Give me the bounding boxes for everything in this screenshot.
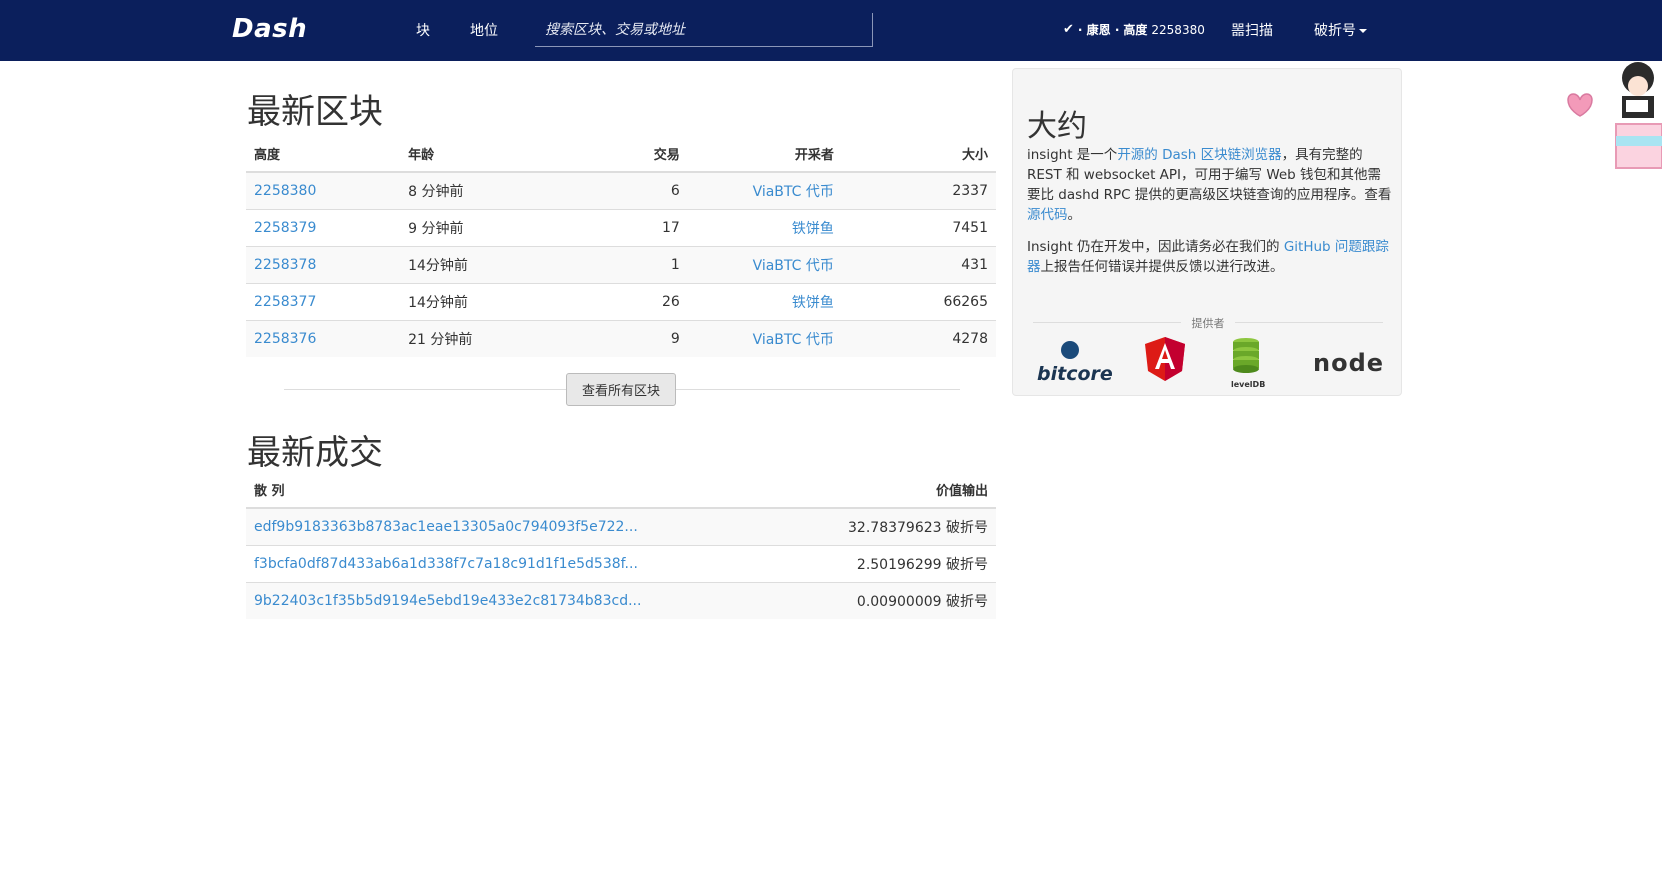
heart-icon [1567,93,1593,117]
block-size: 431 [841,245,996,283]
block-miner-link[interactable]: ViaBTC 代币 [753,258,834,274]
height-label: 高度 [1123,23,1148,37]
col-txs: 交易 [574,136,688,173]
block-height-link[interactable]: 2258376 [254,331,316,347]
block-age: 9 分钟前 [400,208,575,246]
col-height: 高度 [246,136,401,173]
nav-address-link[interactable]: 地位 [470,20,498,40]
leveldb-wordmark: levelDB [1231,380,1266,389]
transaction-hash-link[interactable]: edf9b9183363b8783ac1eae13305a0c794093f5e… [254,519,638,535]
currency-dropdown[interactable]: 破折号 [1314,20,1367,40]
search-input[interactable] [535,13,873,47]
check-icon: ✔ [1063,22,1074,37]
block-size: 4278 [841,319,996,357]
powered-by-logos: bitcore levelDB node [1027,337,1393,393]
navbar: Dash 块 地位 ✔ · 康恩 · 高度 2258380 噐扫描 破折号 [0,0,1662,61]
block-row: 2258380 8 分钟前 6 ViaBTC 代币 2337 [246,171,996,209]
bitcore-wordmark: bitcore [1037,363,1113,385]
about-description: insight 是一个开源的 Dash 区块链浏览器，具有完整的 REST 和 … [1027,145,1393,225]
open-source-link[interactable]: 开源的 Dash 区块链浏览器 [1117,147,1281,163]
block-miner-link[interactable]: ViaBTC 代币 [753,332,834,348]
about-panel: 大约 insight 是一个开源的 Dash 区块链浏览器，具有完整的 REST… [1012,68,1402,396]
connection-label: · 康恩 · [1077,23,1120,37]
transaction-hash-link[interactable]: 9b22403c1f35b5d9194e5ebd19e433e2c81734b8… [254,593,641,609]
nodejs-logo[interactable]: node [1313,349,1393,405]
block-height-link[interactable]: 2258377 [254,294,316,310]
mascot-decoration [1560,52,1662,172]
transaction-value: 32.78379623 破折号 [786,507,996,545]
about-text: Insight 仍在开发中，因此请务必在我们的 [1027,239,1284,255]
currency-label: 破折号 [1314,23,1356,39]
transaction-row: 9b22403c1f35b5d9194e5ebd19e433e2c81734b8… [246,581,996,619]
height-value: 2258380 [1151,22,1205,37]
col-size: 大小 [841,136,996,173]
transaction-row: f3bcfa0df87d433ab6a1d338f7c7a18c91d1f1e5… [246,544,996,582]
col-hash: 散 列 [246,472,787,509]
about-text: 上报告任何错误并提供反馈以进行改进。 [1040,259,1284,275]
block-row: 2258378 14分钟前 1 ViaBTC 代币 431 [246,245,996,283]
block-miner-link[interactable]: ViaBTC 代币 [753,184,834,200]
angular-logo[interactable] [1145,337,1185,393]
block-txs: 9 [574,319,688,357]
source-code-link[interactable]: 源代码 [1027,207,1068,223]
block-height-link[interactable]: 2258380 [254,183,316,199]
col-value-out: 价值输出 [786,472,996,509]
about-title: 大约 [1027,109,1087,144]
about-text: insight 是一个 [1027,147,1118,163]
col-age: 年龄 [400,136,575,173]
bitcore-logo[interactable]: bitcore [1037,337,1113,393]
block-row: 2258379 9 分钟前 17 铁饼鱼 7451 [246,208,996,246]
database-icon [1233,338,1259,373]
view-all-blocks-button[interactable]: 查看所有区块 [566,373,676,406]
block-height-link[interactable]: 2258379 [254,220,316,236]
block-txs: 26 [574,282,688,320]
caret-down-icon [1359,29,1367,33]
powered-by-label: 提供者 [1033,315,1383,331]
connection-status: ✔ · 康恩 · 高度 2258380 [1063,21,1205,38]
block-miner-link[interactable]: 铁饼鱼 [792,221,834,237]
block-age: 14分钟前 [400,282,575,320]
latest-blocks-title: 最新区块 [247,92,383,132]
block-height-link[interactable]: 2258378 [254,257,316,273]
block-size: 7451 [841,208,996,246]
block-row: 2258376 21 分钟前 9 ViaBTC 代币 4278 [246,319,996,357]
transaction-value: 0.00900009 破折号 [786,581,996,619]
about-text: 。 [1067,207,1082,223]
block-miner-link[interactable]: 铁饼鱼 [792,295,834,311]
transaction-row: edf9b9183363b8783ac1eae13305a0c794093f5e… [246,507,996,545]
leveldb-logo[interactable]: levelDB [1231,337,1267,393]
transaction-hash-link[interactable]: f3bcfa0df87d433ab6a1d338f7c7a18c91d1f1e5… [254,556,638,572]
block-row: 2258377 14分钟前 26 铁饼鱼 66265 [246,282,996,320]
dash-logo[interactable]: Dash [232,14,307,44]
scan-button[interactable]: 噐扫描 [1231,20,1273,40]
transaction-value: 2.50196299 破折号 [786,544,996,582]
angular-icon [1145,337,1185,381]
block-age: 14分钟前 [400,245,575,283]
block-txs: 17 [574,208,688,246]
block-size: 66265 [841,282,996,320]
about-dev-notice: Insight 仍在开发中，因此请务必在我们的 GitHub 问题跟踪器上报告任… [1027,237,1393,277]
block-txs: 6 [574,171,688,209]
latest-blocks-table: 高度 年龄 交易 开采者 大小 2258380 8 分钟前 6 ViaBTC 代… [246,136,996,357]
block-age: 8 分钟前 [400,171,575,209]
col-miner: 开采者 [687,136,842,173]
block-size: 2337 [841,171,996,209]
latest-transactions-table: 散 列 价值输出 edf9b9183363b8783ac1eae13305a0c… [246,472,996,619]
latest-transactions-title: 最新成交 [247,433,383,473]
block-age: 21 分钟前 [400,319,575,357]
block-txs: 1 [574,245,688,283]
bitcore-icon [1061,341,1079,359]
nav-blocks-link[interactable]: 块 [416,20,430,40]
